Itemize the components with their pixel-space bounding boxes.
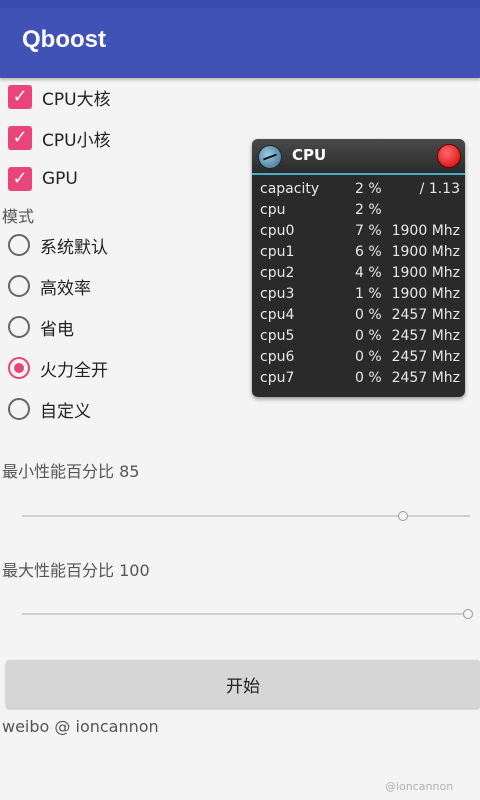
radio-label: 火力全开 [40,360,108,381]
cpu-stat-row: cpu 2 % [260,202,460,223]
cpu-stat-row: cpu3 1 % 1900 Mhz [260,286,460,307]
status-bar [0,0,480,8]
cpu-stat-row: cpu7 0 % 2457 Mhz [260,370,460,391]
mode-section-label: 模式 [2,207,35,226]
cpu-stat-name: cpu6 [260,349,295,365]
radio-label: 自定义 [40,401,91,422]
radio-unchecked-icon [8,398,30,420]
cpu-stat-name: cpu5 [260,328,295,344]
radio-checked-icon [8,357,30,379]
radio-high-efficiency[interactable]: 高效率 [8,271,91,301]
cpu-stat-row: cpu1 6 % 1900 Mhz [260,244,460,265]
cpu-stat-row: cpu6 0 % 2457 Mhz [260,349,460,370]
cpu-stat-frequency: 1900 Mhz [391,223,460,239]
cpu-stat-percent: 4 % [355,265,382,281]
cpu-stat-frequency: 2457 Mhz [391,328,460,344]
app-bar: Qboost [0,8,480,78]
checkbox-cpu-little-core[interactable]: ✓ CPU小核 [8,123,111,153]
radio-power-saving[interactable]: 省电 [8,312,74,342]
radio-label: 高效率 [40,278,91,299]
cpu-stat-name: cpu7 [260,370,295,386]
radio-custom[interactable]: 自定义 [8,394,91,424]
cpu-widget-title: CPU [292,146,327,164]
cpu-stat-frequency: 1900 Mhz [391,244,460,260]
checkbox-label: GPU [42,169,78,189]
cpu-stat-percent: 6 % [355,244,382,260]
radio-unchecked-icon [8,316,30,338]
radio-label: 系统默认 [40,237,108,258]
footer-credit: weibo @ ioncannon [2,717,159,736]
cpu-stat-frequency: 2457 Mhz [391,349,460,365]
cpu-stat-name: cpu [260,202,286,218]
radio-label: 省电 [40,319,74,340]
cpu-stat-name: capacity [260,181,320,197]
radio-unchecked-icon [8,275,30,297]
app-title: Qboost [22,26,106,53]
divider [252,173,465,175]
cpu-stat-row: cpu2 4 % 1900 Mhz [260,265,460,286]
cpu-stat-name: cpu2 [260,265,295,281]
checkbox-gpu[interactable]: ✓ GPU [8,164,78,194]
slider-thumb[interactable] [462,609,473,619]
cpu-stat-name: cpu4 [260,307,295,323]
checkbox-checked-icon: ✓ [8,126,32,150]
radio-full-power[interactable]: 火力全开 [8,353,108,383]
cpu-stat-row: capacity 2 % / 1.13 [260,181,460,202]
cpu-stat-name: cpu1 [260,244,295,260]
cpu-stat-name: cpu3 [260,286,295,302]
start-button[interactable]: 开始 [6,660,480,708]
cpu-gauge-icon [258,145,282,169]
close-icon[interactable] [437,144,461,168]
min-performance-slider[interactable] [22,506,470,526]
max-performance-label: 最大性能百分比 100 [2,561,150,580]
cpu-monitor-widget[interactable]: CPU capacity 2 % / 1.13 cpu 2 % cpu0 7 % 1900 M… [252,139,465,397]
cpu-widget-header[interactable]: CPU [252,139,465,173]
cpu-stat-percent: 7 % [355,223,382,239]
cpu-stat-percent: 0 % [355,307,382,323]
slider-thumb[interactable] [397,511,408,521]
cpu-stat-percent: 0 % [355,328,382,344]
cpu-stat-frequency: 1900 Mhz [391,265,460,281]
watermark: @ioncannon [385,780,454,793]
cpu-stat-name: cpu0 [260,223,295,239]
checkbox-label: CPU大核 [42,89,111,110]
cpu-stat-row: cpu5 0 % 2457 Mhz [260,328,460,349]
min-performance-label: 最小性能百分比 85 [2,462,140,481]
cpu-stat-frequency: / 1.13 [419,181,460,197]
cpu-stat-row: cpu0 7 % 1900 Mhz [260,223,460,244]
cpu-stat-percent: 2 % [355,202,382,218]
cpu-stat-frequency: 2457 Mhz [391,370,460,386]
cpu-stat-frequency: 1900 Mhz [391,286,460,302]
radio-system-default[interactable]: 系统默认 [8,230,108,260]
checkbox-checked-icon: ✓ [8,85,32,109]
cpu-stat-percent: 1 % [355,286,382,302]
radio-unchecked-icon [8,234,30,256]
max-performance-slider[interactable] [22,604,473,624]
cpu-stat-percent: 0 % [355,349,382,365]
cpu-stat-percent: 2 % [355,181,382,197]
checkbox-cpu-big-core[interactable]: ✓ CPU大核 [8,82,111,112]
checkbox-label: CPU小核 [42,130,111,151]
cpu-stat-percent: 0 % [355,370,382,386]
slider-track [22,613,470,615]
cpu-stat-row: cpu4 0 % 2457 Mhz [260,307,460,328]
cpu-stat-frequency: 2457 Mhz [391,307,460,323]
checkbox-checked-icon: ✓ [8,167,32,191]
cpu-stats-table: capacity 2 %/ 1.13 cpu 2 % cpu0 7 % 1900 Mhz cp… [260,181,460,391]
